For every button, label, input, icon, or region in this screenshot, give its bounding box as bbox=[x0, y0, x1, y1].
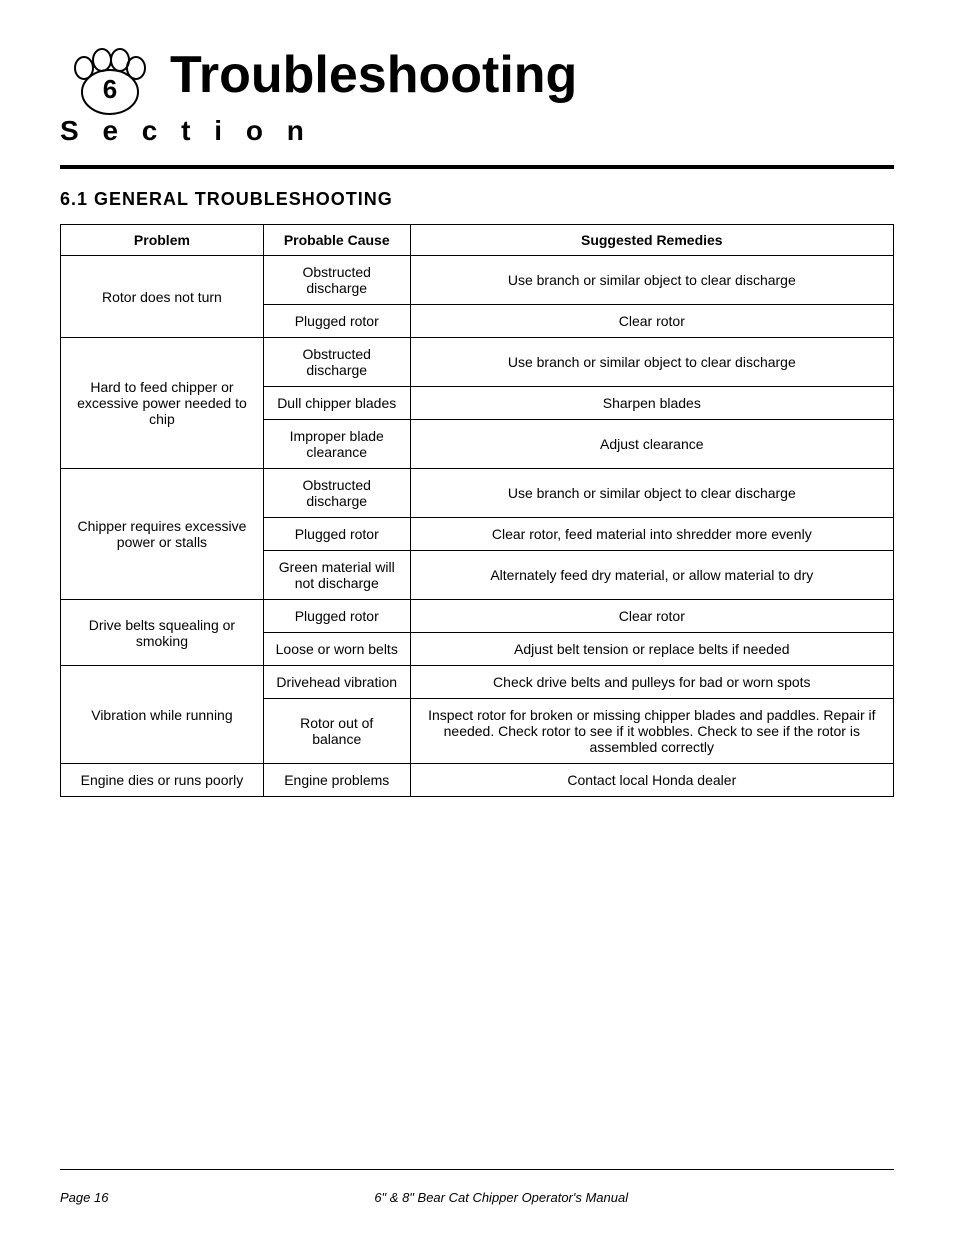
table-header-row: Problem Probable Cause Suggested Remedie… bbox=[61, 225, 894, 256]
table-row: Vibration while running Drivehead vibrat… bbox=[61, 666, 894, 699]
remedy-cell: Clear rotor bbox=[410, 305, 893, 338]
page: 6 Troubleshooting S e c t i o n 6.1 GENE… bbox=[0, 0, 954, 1235]
cause-cell: Plugged rotor bbox=[263, 305, 410, 338]
subsection-title: 6.1 GENERAL TROUBLESHOOTING bbox=[60, 189, 894, 210]
footer-page: Page 16 bbox=[60, 1190, 108, 1205]
problem-cell: Chipper requires excessive power or stal… bbox=[61, 469, 264, 600]
problem-cell: Drive belts squealing or smoking bbox=[61, 600, 264, 666]
problem-cell: Engine dies or runs poorly bbox=[61, 764, 264, 797]
header-divider bbox=[60, 165, 894, 169]
cause-cell: Green material will not discharge bbox=[263, 551, 410, 600]
cause-cell: Obstructed discharge bbox=[263, 469, 410, 518]
cause-cell: Obstructed discharge bbox=[263, 338, 410, 387]
footer: Page 16 6" & 8" Bear Cat Chipper Operato… bbox=[60, 1169, 894, 1205]
subsection-title-text: GENERAL TROUBLESHOOTING bbox=[94, 189, 393, 209]
col-header-problem: Problem bbox=[61, 225, 264, 256]
logo: 6 bbox=[60, 30, 160, 120]
col-header-remedy: Suggested Remedies bbox=[410, 225, 893, 256]
problem-cell: Rotor does not turn bbox=[61, 256, 264, 338]
remedy-cell: Adjust belt tension or replace belts if … bbox=[410, 633, 893, 666]
table-row: Chipper requires excessive power or stal… bbox=[61, 469, 894, 518]
remedy-cell: Adjust clearance bbox=[410, 420, 893, 469]
cause-cell: Dull chipper blades bbox=[263, 387, 410, 420]
remedy-cell: Contact local Honda dealer bbox=[410, 764, 893, 797]
remedy-cell: Use branch or similar object to clear di… bbox=[410, 338, 893, 387]
cause-cell: Engine problems bbox=[263, 764, 410, 797]
table-row: Drive belts squealing or smoking Plugged… bbox=[61, 600, 894, 633]
remedy-cell: Clear rotor, feed material into shredder… bbox=[410, 518, 893, 551]
remedy-cell: Inspect rotor for broken or missing chip… bbox=[410, 699, 893, 764]
remedy-cell: Use branch or similar object to clear di… bbox=[410, 469, 893, 518]
cause-cell: Loose or worn belts bbox=[263, 633, 410, 666]
remedy-cell: Sharpen blades bbox=[410, 387, 893, 420]
svg-text:6: 6 bbox=[103, 74, 117, 104]
footer-title: 6" & 8" Bear Cat Chipper Operator's Manu… bbox=[374, 1190, 628, 1205]
troubleshooting-table: Problem Probable Cause Suggested Remedie… bbox=[60, 224, 894, 797]
cause-cell: Obstructed discharge bbox=[263, 256, 410, 305]
table-row: Hard to feed chipper or excessive power … bbox=[61, 338, 894, 387]
header-top: 6 Troubleshooting bbox=[60, 30, 894, 120]
problem-cell: Vibration while running bbox=[61, 666, 264, 764]
cause-cell: Rotor out of balance bbox=[263, 699, 410, 764]
section-title: Troubleshooting bbox=[170, 45, 577, 105]
remedy-cell: Clear rotor bbox=[410, 600, 893, 633]
remedy-cell: Use branch or similar object to clear di… bbox=[410, 256, 893, 305]
cause-cell: Plugged rotor bbox=[263, 600, 410, 633]
cause-cell: Plugged rotor bbox=[263, 518, 410, 551]
remedy-cell: Alternately feed dry material, or allow … bbox=[410, 551, 893, 600]
table-row: Rotor does not turn Obstructed discharge… bbox=[61, 256, 894, 305]
col-header-cause: Probable Cause bbox=[263, 225, 410, 256]
section-word: S e c t i o n bbox=[60, 115, 894, 147]
problem-cell: Hard to feed chipper or excessive power … bbox=[61, 338, 264, 469]
subsection-number: 6.1 bbox=[60, 189, 88, 209]
header-section: 6 Troubleshooting S e c t i o n bbox=[60, 30, 894, 147]
remedy-cell: Check drive belts and pulleys for bad or… bbox=[410, 666, 893, 699]
cause-cell: Improper blade clearance bbox=[263, 420, 410, 469]
cause-cell: Drivehead vibration bbox=[263, 666, 410, 699]
table-row: Engine dies or runs poorly Engine proble… bbox=[61, 764, 894, 797]
paw-icon: 6 bbox=[60, 30, 160, 120]
